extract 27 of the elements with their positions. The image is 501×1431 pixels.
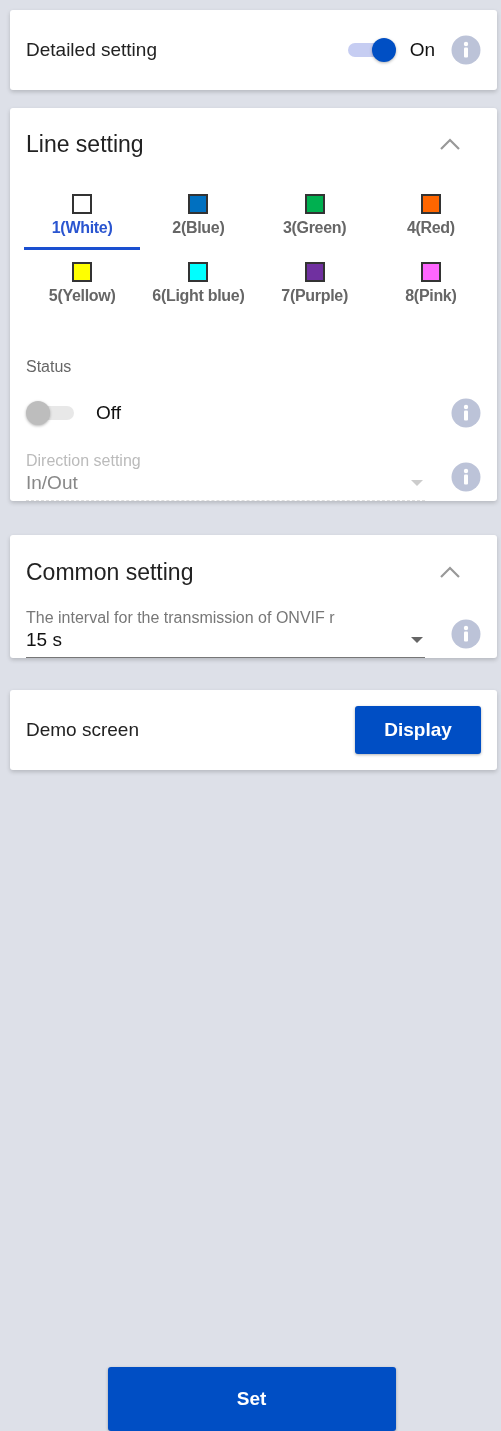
line-tab[interactable]: 3(Green): [256, 194, 373, 250]
setting-label: Detailed setting: [26, 39, 157, 61]
line-tab[interactable]: 7(Purple): [256, 262, 373, 318]
toggle-state-label: On: [409, 39, 435, 61]
dropdown-arrow-icon: [411, 480, 423, 486]
set-button[interactable]: Set: [107, 1367, 396, 1431]
toggle-state-label: Off: [96, 402, 121, 424]
field-label: Status: [26, 358, 72, 375]
info-icon[interactable]: [451, 618, 481, 649]
line-tab[interactable]: 6(Light blue): [140, 262, 257, 318]
section-title: Common setting: [26, 558, 194, 586]
setting-label: Demo screen: [26, 719, 139, 741]
line-tab[interactable]: 1(White): [24, 194, 141, 250]
line-tab[interactable]: 8(Pink): [372, 262, 489, 318]
info-icon[interactable]: [451, 461, 481, 492]
toggle-switch[interactable]: [26, 400, 76, 426]
line-tab[interactable]: 5(Yellow): [24, 262, 141, 318]
display-button[interactable]: Display: [355, 706, 481, 754]
info-icon[interactable]: [451, 35, 481, 65]
chevron-icon[interactable]: [439, 137, 461, 151]
dropdown-field[interactable]: The interval for the transmission of ONVIF r 15 s: [26, 609, 425, 658]
line-tab[interactable]: 4(Red): [372, 194, 489, 250]
chevron-icon[interactable]: [439, 565, 461, 579]
info-icon[interactable]: [451, 398, 481, 428]
section-title: Line setting: [26, 130, 144, 158]
dropdown-arrow-icon: [411, 637, 423, 643]
line-tab[interactable]: 2(Blue): [140, 194, 257, 250]
